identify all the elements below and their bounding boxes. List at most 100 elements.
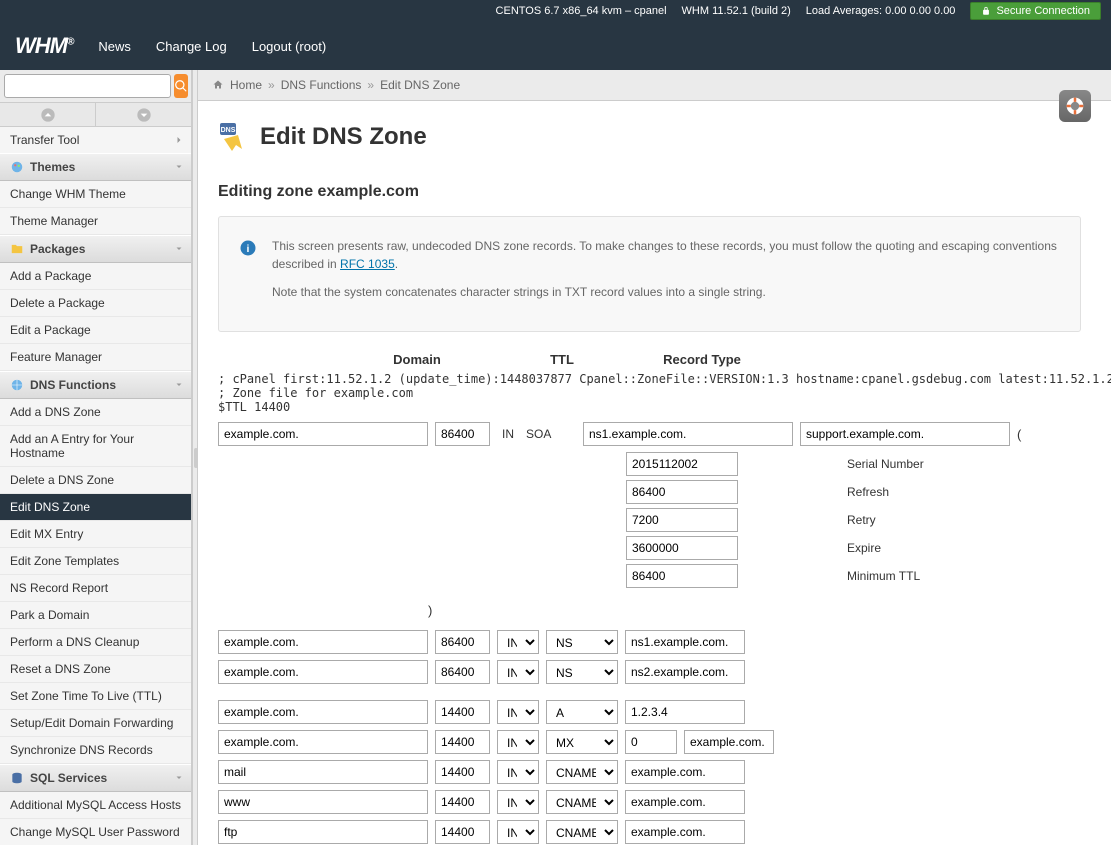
record-ttl-input[interactable] xyxy=(435,700,490,724)
sidebar-item-feature-manager[interactable]: Feature Manager xyxy=(0,344,191,371)
record-class-select[interactable]: IN xyxy=(497,630,539,654)
soa-serial-input[interactable] xyxy=(626,452,738,476)
page-subtitle: Editing zone example.com xyxy=(218,183,1081,201)
soa-retry-input[interactable] xyxy=(626,508,738,532)
sidebar-item-ns-record-report[interactable]: NS Record Report xyxy=(0,575,191,602)
soa-record-row: IN SOA ( xyxy=(218,422,1081,446)
breadcrumb-dns[interactable]: DNS Functions xyxy=(281,78,362,92)
record-class-select[interactable]: IN xyxy=(497,820,539,844)
nav-logout[interactable]: Logout (root) xyxy=(252,39,326,54)
record-priority-input[interactable] xyxy=(625,730,677,754)
sidebar-section-packages[interactable]: Packages xyxy=(0,235,191,263)
palette-icon xyxy=(10,160,24,174)
sidebar-section-sql[interactable]: SQL Services xyxy=(0,764,191,792)
record-value-input[interactable] xyxy=(625,630,745,654)
sidebar-item-mysql-passwd[interactable]: Change MySQL User Password xyxy=(0,819,191,845)
help-button[interactable] xyxy=(1059,90,1091,122)
sidebar-item-delete-dns-zone[interactable]: Delete a DNS Zone xyxy=(0,467,191,494)
sidebar-item-set-ttl[interactable]: Set Zone Time To Live (TTL) xyxy=(0,683,191,710)
soa-domain-input[interactable] xyxy=(218,422,428,446)
sidebar-item-park-domain[interactable]: Park a Domain xyxy=(0,602,191,629)
record-ttl-input[interactable] xyxy=(435,730,490,754)
nav-news[interactable]: News xyxy=(98,39,131,54)
record-domain-input[interactable] xyxy=(218,790,428,814)
sidebar-item-add-dns-zone[interactable]: Add a DNS Zone xyxy=(0,399,191,426)
sidebar-item-theme-manager[interactable]: Theme Manager xyxy=(0,208,191,235)
record-type-select[interactable]: NSAMXCNAMESOATXT xyxy=(546,700,618,724)
sidebar-item-change-whm-theme[interactable]: Change WHM Theme xyxy=(0,181,191,208)
record-type-select[interactable]: NSAMXCNAMESOATXT xyxy=(546,630,618,654)
sidebar-item-edit-zone-templates[interactable]: Edit Zone Templates xyxy=(0,548,191,575)
sidebar-section-dns[interactable]: DNS Functions xyxy=(0,371,191,399)
dns-record-row: IN NSAMXCNAMESOATXT xyxy=(218,760,1081,784)
sidebar-item-perform-cleanup[interactable]: Perform a DNS Cleanup xyxy=(0,629,191,656)
sidebar-down-button[interactable] xyxy=(95,103,191,126)
database-icon xyxy=(10,771,24,785)
record-class-select[interactable]: IN xyxy=(497,730,539,754)
soa-refresh-input[interactable] xyxy=(626,480,738,504)
record-value-input[interactable] xyxy=(625,700,745,724)
lifebuoy-icon xyxy=(1065,96,1085,116)
sidebar-item-delete-package[interactable]: Delete a Package xyxy=(0,290,191,317)
record-ttl-input[interactable] xyxy=(435,660,490,684)
record-type-select[interactable]: NSAMXCNAMESOATXT xyxy=(546,660,618,684)
open-paren: ( xyxy=(1017,427,1021,442)
sidebar-item-edit-package[interactable]: Edit a Package xyxy=(0,317,191,344)
record-domain-input[interactable] xyxy=(218,730,428,754)
record-domain-input[interactable] xyxy=(218,760,428,784)
sidebar-item-reset-dns-zone[interactable]: Reset a DNS Zone xyxy=(0,656,191,683)
status-bar: CENTOS 6.7 x86_64 kvm – cpanel WHM 11.52… xyxy=(0,0,1111,22)
record-domain-input[interactable] xyxy=(218,660,428,684)
sidebar-item-edit-dns-zone[interactable]: Edit DNS Zone xyxy=(0,494,191,521)
dns-record-row: IN NSAMXCNAMESOATXT xyxy=(218,630,1081,654)
soa-ns-input[interactable] xyxy=(583,422,793,446)
soa-minttl-input[interactable] xyxy=(626,564,738,588)
soa-email-input[interactable] xyxy=(800,422,1010,446)
sidebar-item-sync-dns[interactable]: Synchronize DNS Records xyxy=(0,737,191,764)
header-domain: Domain xyxy=(312,352,522,367)
sidebar-item-add-a-entry[interactable]: Add an A Entry for Your Hostname xyxy=(0,426,191,467)
sidebar-search-button[interactable] xyxy=(174,74,188,98)
record-type-select[interactable]: NSAMXCNAMESOATXT xyxy=(546,820,618,844)
sidebar-nav-arrows xyxy=(0,103,191,127)
record-value-input[interactable] xyxy=(625,790,745,814)
sidebar-search-input[interactable] xyxy=(4,74,171,98)
record-type-select[interactable]: NSAMXCNAMESOATXT xyxy=(546,730,618,754)
record-ttl-input[interactable] xyxy=(435,630,490,654)
status-load: Load Averages: 0.00 0.00 0.00 xyxy=(806,5,956,17)
sidebar-section-themes[interactable]: Themes xyxy=(0,153,191,181)
record-domain-input[interactable] xyxy=(218,630,428,654)
record-value-input[interactable] xyxy=(625,660,745,684)
record-ttl-input[interactable] xyxy=(435,760,490,784)
soa-expire-input[interactable] xyxy=(626,536,738,560)
record-value-input[interactable] xyxy=(625,820,745,844)
record-type-select[interactable]: NSAMXCNAMESOATXT xyxy=(546,790,618,814)
rfc-link[interactable]: RFC 1035 xyxy=(340,257,395,271)
top-nav: WHM® News Change Log Logout (root) xyxy=(0,22,1111,70)
nav-changelog[interactable]: Change Log xyxy=(156,39,227,54)
breadcrumb-home[interactable]: Home xyxy=(230,78,262,92)
home-icon xyxy=(212,79,224,91)
record-class-select[interactable]: IN xyxy=(497,790,539,814)
sidebar-item-edit-mx-entry[interactable]: Edit MX Entry xyxy=(0,521,191,548)
lock-icon xyxy=(981,6,991,16)
sidebar-item-transfer-tool[interactable]: Transfer Tool xyxy=(0,127,191,153)
soa-ttl-input[interactable] xyxy=(435,422,490,446)
sidebar-item-domain-fwd[interactable]: Setup/Edit Domain Forwarding xyxy=(0,710,191,737)
whm-logo[interactable]: WHM® xyxy=(15,33,73,59)
record-ttl-input[interactable] xyxy=(435,820,490,844)
sidebar-item-add-package[interactable]: Add a Package xyxy=(0,263,191,290)
record-class-select[interactable]: IN xyxy=(497,660,539,684)
record-class-select[interactable]: IN xyxy=(497,760,539,784)
secure-connection-button[interactable]: Secure Connection xyxy=(970,2,1101,20)
record-value-input[interactable] xyxy=(625,760,745,784)
sidebar-item-mysql-hosts[interactable]: Additional MySQL Access Hosts xyxy=(0,792,191,819)
record-domain-input[interactable] xyxy=(218,700,428,724)
record-value-input[interactable] xyxy=(684,730,774,754)
sidebar-up-button[interactable] xyxy=(0,103,95,126)
record-domain-input[interactable] xyxy=(218,820,428,844)
soa-serial-label: Serial Number xyxy=(847,457,924,471)
record-class-select[interactable]: IN xyxy=(497,700,539,724)
record-ttl-input[interactable] xyxy=(435,790,490,814)
record-type-select[interactable]: NSAMXCNAMESOATXT xyxy=(546,760,618,784)
